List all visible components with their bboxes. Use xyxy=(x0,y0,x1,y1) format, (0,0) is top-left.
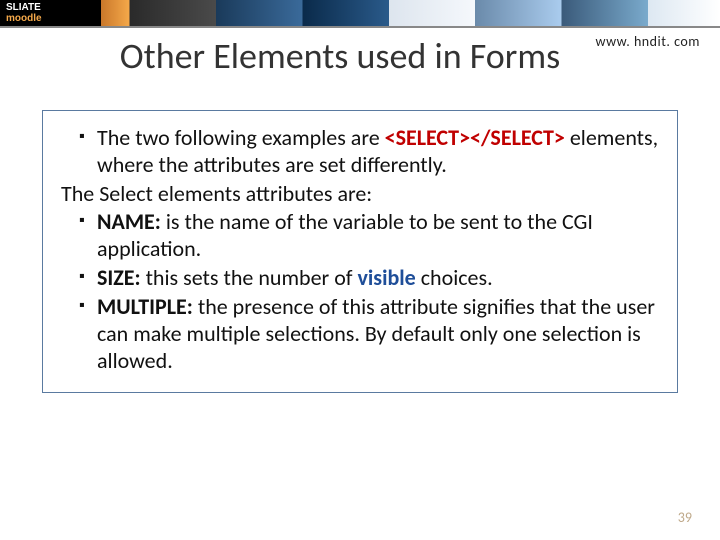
bullet-1-text-a: The two following examples are xyxy=(97,124,385,151)
bullet-list: The two following examples are <SELECT><… xyxy=(61,125,659,179)
header-banner: SLIATE moodle xyxy=(0,0,720,28)
bullet-1: The two following examples are <SELECT><… xyxy=(79,125,659,179)
attr-size-text-a: this sets the number of xyxy=(141,264,358,291)
attr-name-text: is the name of the variable to be sent t… xyxy=(97,208,593,262)
logo-prefix: SLIATE xyxy=(6,2,41,13)
site-logo: SLIATE moodle xyxy=(6,2,42,24)
bullet-multiple: MULTIPLE: the presence of this attribute… xyxy=(79,294,659,374)
attr-multiple-label: MULTIPLE: xyxy=(97,293,193,320)
attr-name-label: NAME: xyxy=(97,208,161,235)
site-url: www. hndit. com xyxy=(596,33,700,50)
bullet-size: SIZE: this sets the number of visible ch… xyxy=(79,265,659,292)
content-box: The two following examples are <SELECT><… xyxy=(42,110,678,393)
attr-size-visible: visible xyxy=(357,264,415,291)
intro-line: The Select elements attributes are: xyxy=(61,181,659,208)
select-code: <SELECT></SELECT> xyxy=(385,124,565,151)
logo-word: moodle xyxy=(6,13,42,24)
bullet-list-2: NAME: is the name of the variable to be … xyxy=(61,209,659,374)
attr-size-text-b: choices. xyxy=(416,264,493,291)
bullet-name: NAME: is the name of the variable to be … xyxy=(79,209,659,263)
attr-size-label: SIZE: xyxy=(97,264,141,291)
slide-number: 39 xyxy=(678,509,692,526)
